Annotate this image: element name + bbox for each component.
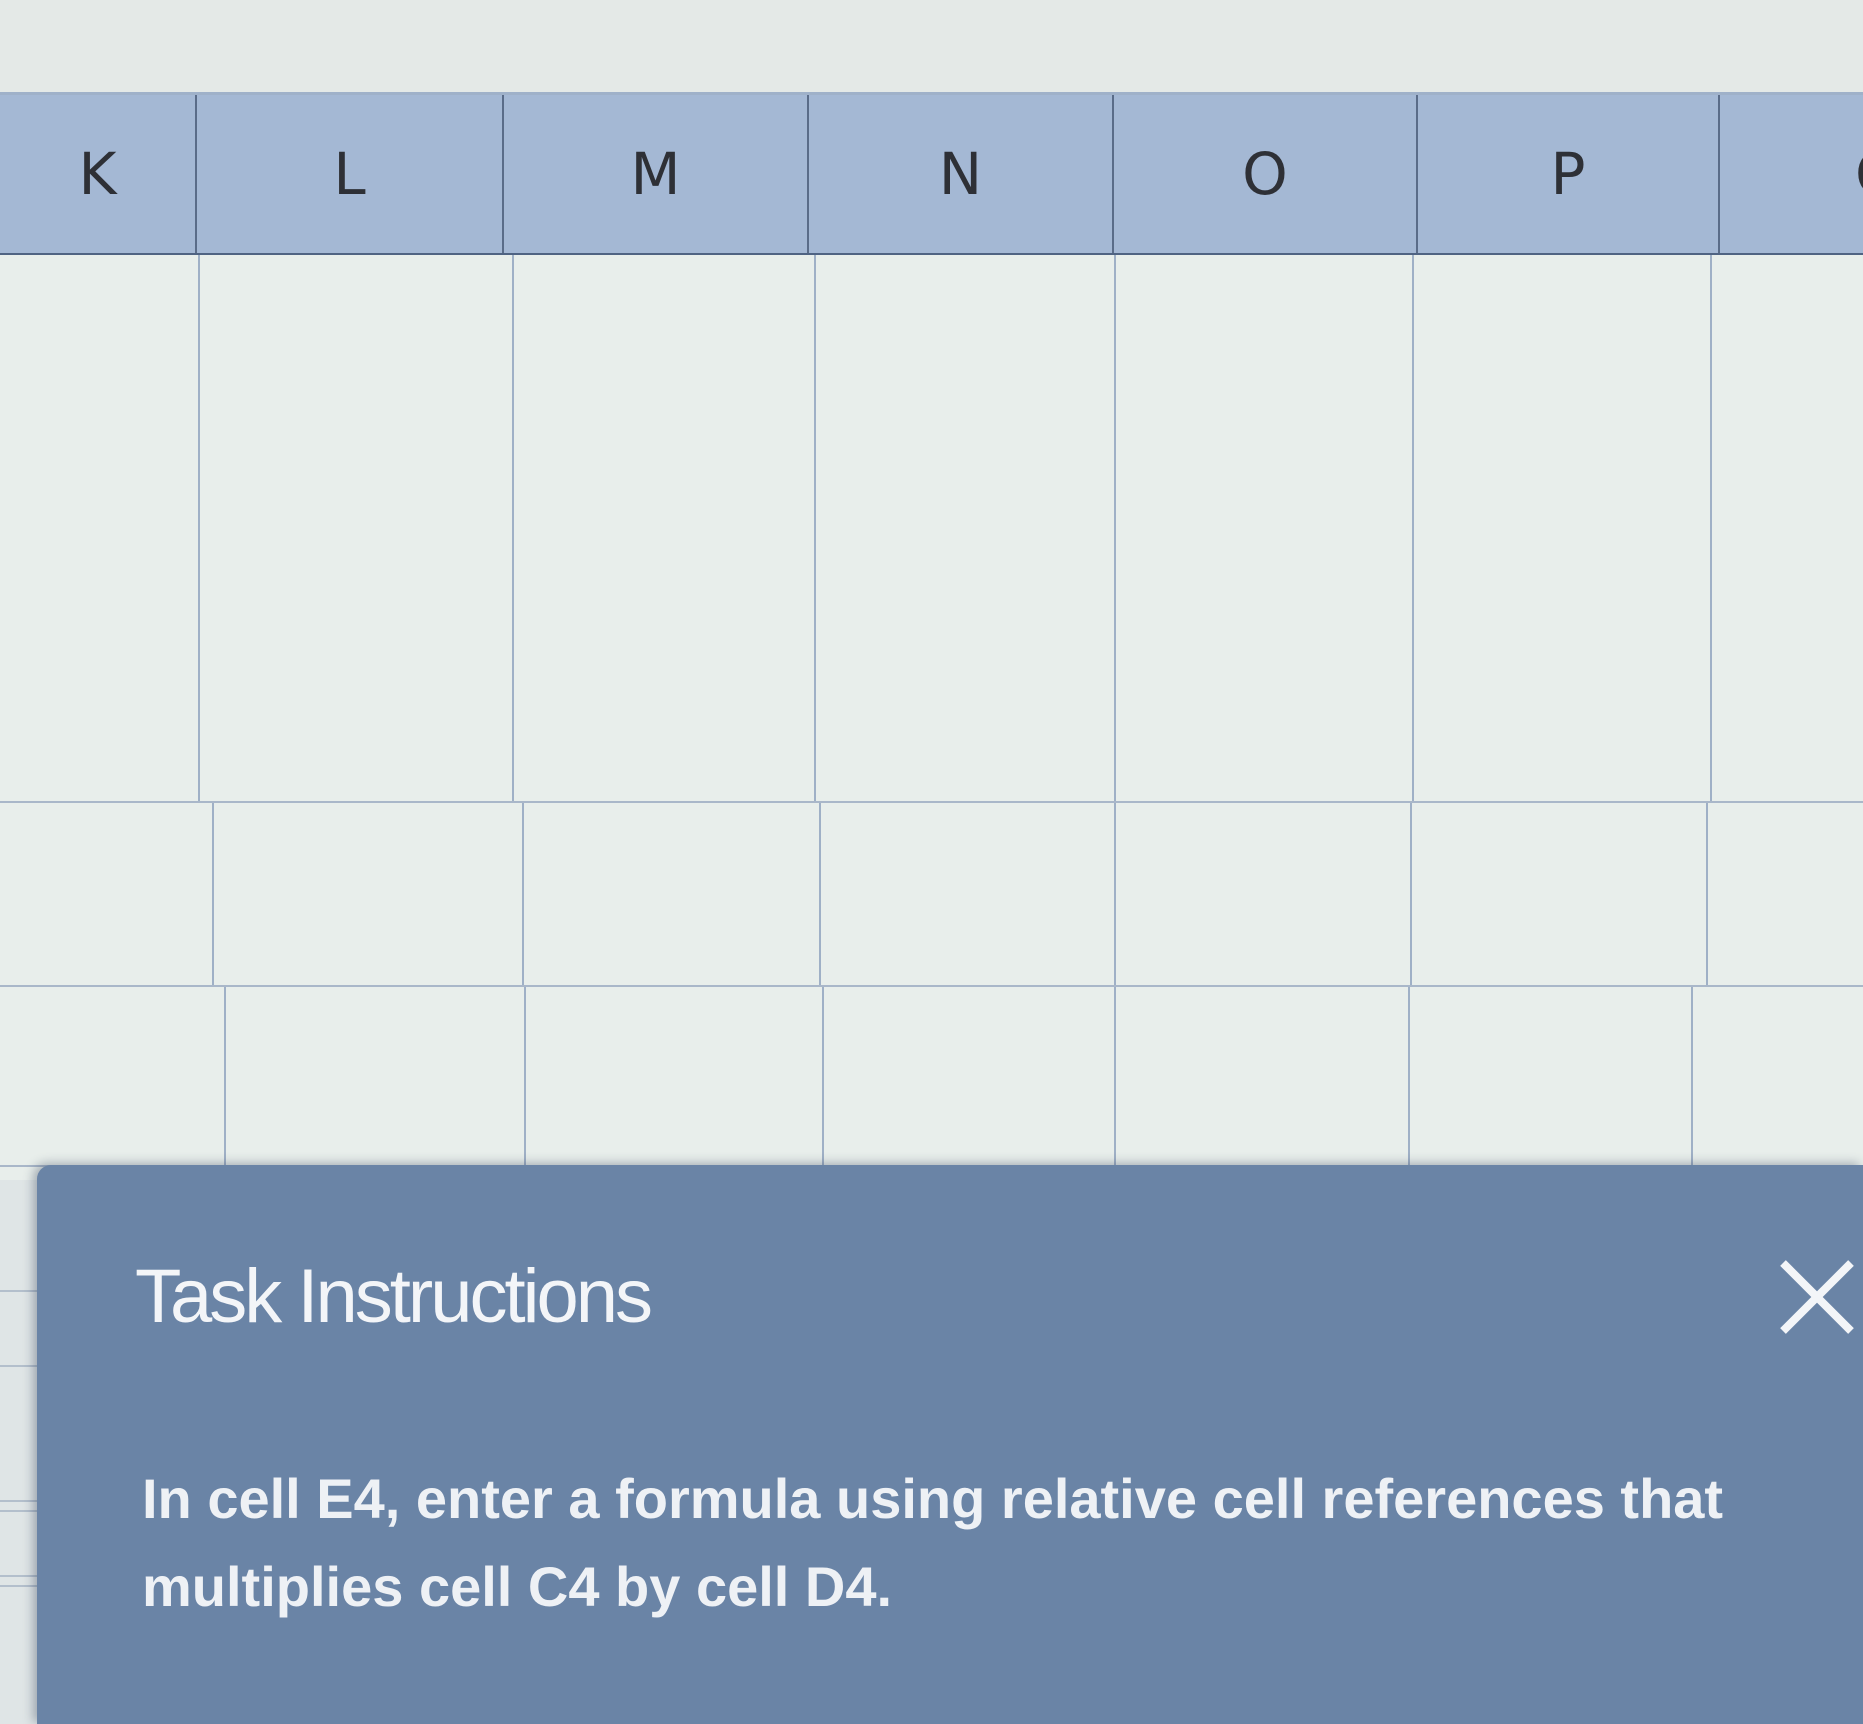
spreadsheet-top-strip [0,0,1863,95]
column-header-bar: K L M N O P Q [0,95,1863,255]
grid-row [0,803,1863,987]
grid-row [0,987,1863,1167]
task-panel-title: Task Instructions [135,1254,653,1339]
grid-cell[interactable] [526,987,824,1165]
grid-cell[interactable] [821,803,1116,985]
task-instruction-text: In cell E4, enter a formula using relati… [142,1467,1724,1618]
grid-cell[interactable] [0,803,214,985]
task-instructions-panel: Task Instructions In cell E4, enter a fo… [37,1165,1863,1724]
column-header-k[interactable]: K [0,95,197,253]
grid-cell[interactable] [1412,803,1708,985]
grid-cell[interactable] [1116,255,1414,801]
grid-cell[interactable] [214,803,524,985]
grid-cell[interactable] [1116,803,1412,985]
grid-cell[interactable] [1414,255,1712,801]
grid-cell[interactable] [1693,987,1863,1165]
grid-cell[interactable] [1712,255,1863,801]
grid-cell[interactable] [1410,987,1693,1165]
grid-cell[interactable] [524,803,821,985]
grid-cell[interactable] [200,255,514,801]
column-header-q[interactable]: Q [1720,95,1863,253]
close-button[interactable] [1767,1237,1863,1357]
column-header-p[interactable]: P [1418,95,1720,253]
grid-cell[interactable] [514,255,816,801]
grid-cell[interactable] [1116,987,1410,1165]
grid-row [0,255,1863,803]
column-header-m[interactable]: M [504,95,809,253]
grid-cell[interactable] [0,987,226,1165]
grid-cell[interactable] [1708,803,1863,985]
grid-cell[interactable] [816,255,1116,801]
grid-cell[interactable] [824,987,1116,1165]
column-header-l[interactable]: L [197,95,504,253]
close-icon [1780,1260,1854,1334]
column-header-n[interactable]: N [809,95,1114,253]
grid-cell[interactable] [226,987,526,1165]
grid-cell[interactable] [0,255,200,801]
column-header-o[interactable]: O [1114,95,1418,253]
